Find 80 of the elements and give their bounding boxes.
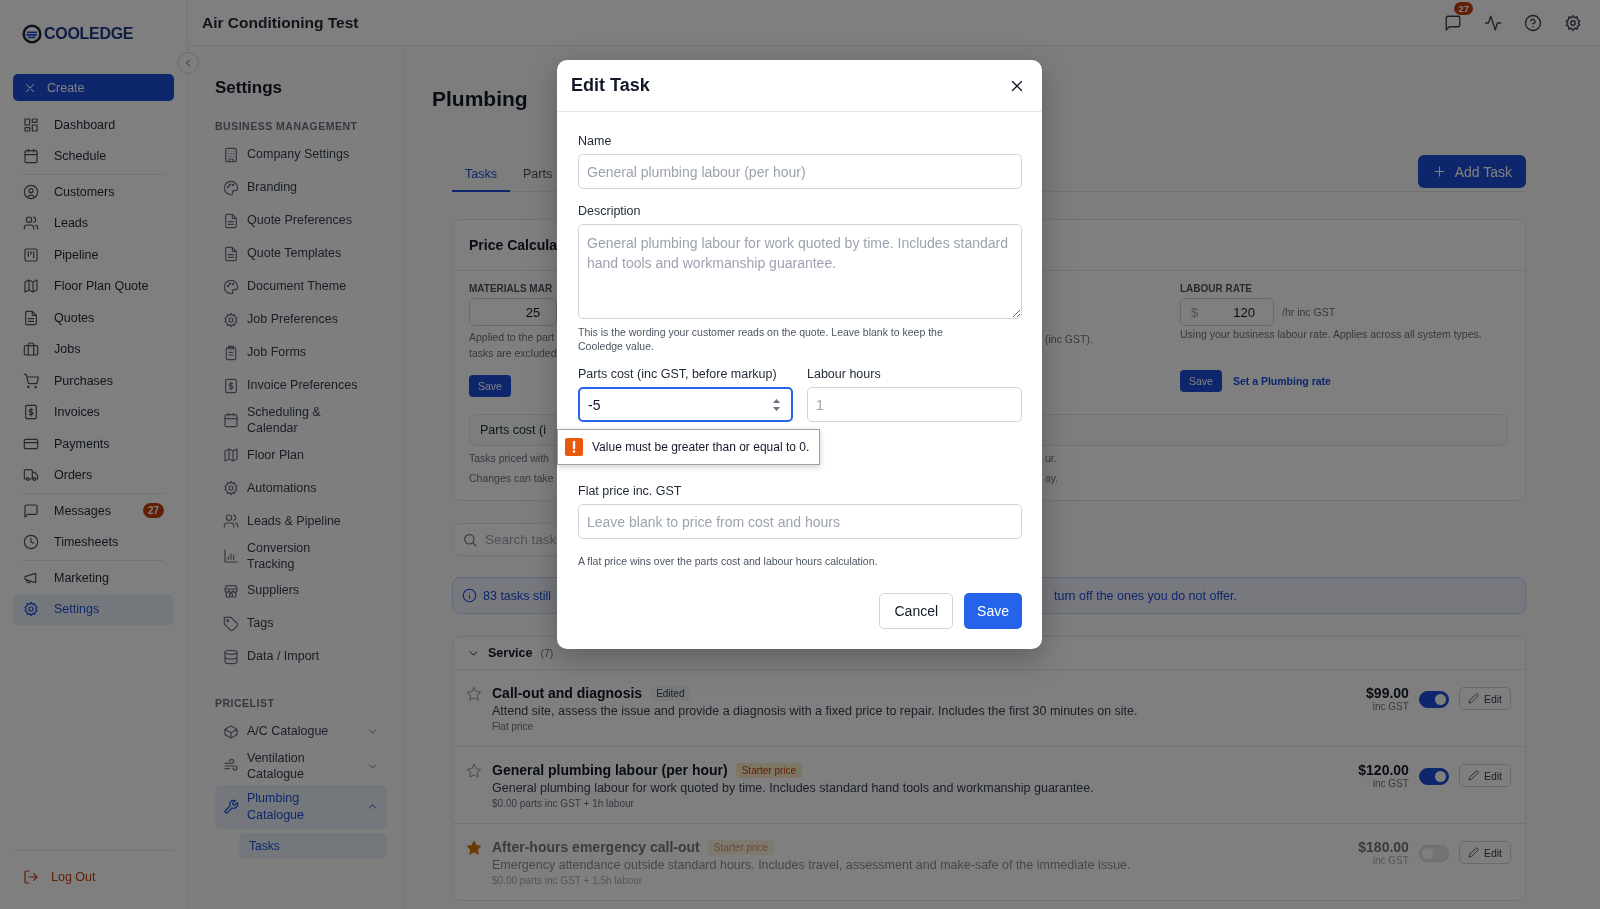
help-text: This is the wording your customer reads on the quote. Leave blank to keep the Cooledge value. <box>578 325 944 353</box>
count-badge: 27 <box>142 503 164 519</box>
task-meta: Flat price <box>492 721 535 732</box>
field-label: Description <box>578 204 642 218</box>
menu-label: Document Theme <box>247 278 348 296</box>
menu-label: Company Settings <box>247 146 351 164</box>
price-note: inc GST <box>1372 778 1409 789</box>
task-price: $99.00 <box>1366 685 1409 701</box>
logo-text: COOLEDGE <box>44 25 134 43</box>
nav-label: Timesheets <box>54 535 120 550</box>
menu-label: Ventilation Catalogue <box>247 750 306 784</box>
menu-label: Quote Templates <box>247 245 343 263</box>
task-description: Emergency attendance outside standard hours. Includes travel, assessment and make-safe of the immediate issue. <box>492 858 1132 872</box>
banner-text: turn off the ones you do not offer. <box>1054 588 1238 603</box>
menu-label: Automations <box>247 479 318 497</box>
nav-label: Payments <box>54 436 111 451</box>
menu-label: Tags <box>247 615 275 633</box>
note-text: ay. <box>1045 471 1059 486</box>
help-text: Using your business labour rate. Applies across all system types. <box>1180 327 1482 342</box>
nav-label: Messages <box>54 503 112 518</box>
help-text: (inc GST). <box>1045 332 1093 347</box>
nav-label: Pipeline <box>54 247 100 262</box>
menu-label: Suppliers <box>247 582 301 600</box>
menu-label: Job Preferences <box>247 311 340 329</box>
task-description: General plumbing labour for work quoted by time. Includes standard hand tools and workmanship guarantee. <box>492 781 1095 795</box>
notification-badge: 27 <box>1454 1 1473 15</box>
field-label: LABOUR RATE <box>1180 283 1253 294</box>
nav-label: Dashboard <box>54 117 117 132</box>
nav-label: Leads <box>54 216 90 231</box>
menu-label: A/C Catalogue <box>247 723 330 741</box>
menu-label: Conversion Tracking <box>247 539 312 573</box>
field-label: Parts cost (inc GST, before markup) <box>578 367 778 381</box>
section-heading: BUSINESS MANAGEMENT <box>215 120 359 132</box>
nav-label: Invoices <box>54 405 101 420</box>
menu-label: Floor Plan <box>247 446 305 464</box>
settings-title: Settings <box>215 78 284 98</box>
page-heading: Plumbing <box>432 87 528 111</box>
menu-label: Job Forms <box>247 344 308 362</box>
help-text: A flat price wins over the parts cost and labour hours calculation. <box>578 554 879 568</box>
field-label: Flat price inc. GST <box>578 484 683 498</box>
note-text: ur. <box>1045 451 1057 466</box>
banner-text: 83 tasks still <box>483 588 552 603</box>
nav-label: Schedule <box>54 149 108 164</box>
menu-label: Scheduling & Calendar <box>247 404 322 438</box>
menu-label: Invoice Preferences <box>247 377 359 395</box>
field-label: Labour hours <box>807 367 882 381</box>
task-price: $180.00 <box>1358 839 1409 855</box>
nav-label: Jobs <box>54 342 82 357</box>
nav-label: Purchases <box>54 373 115 388</box>
price-note: inc GST <box>1372 701 1409 712</box>
dialog-title: Edit Task <box>571 75 650 96</box>
help-text: Applied to the part <box>469 330 555 345</box>
status-tag: Edited <box>650 685 691 701</box>
nav-label: Orders <box>54 468 94 483</box>
card-title: Price Calcula <box>469 237 557 253</box>
field-label: Name <box>578 134 613 148</box>
menu-label: Plumbing Catalogue <box>247 790 305 824</box>
nav-label: Customers <box>54 184 116 199</box>
task-name: After-hours emergency call-out <box>492 839 700 855</box>
menu-label: Branding <box>247 179 299 197</box>
help-text: tasks are excluded <box>469 346 557 361</box>
nav-label: Quotes <box>54 310 96 325</box>
field-label: MATERIALS MAR <box>469 283 553 294</box>
menu-label: Leads & Pipeline <box>247 512 342 530</box>
page-title: Air Conditioning Test <box>202 13 359 32</box>
menu-label: Data / Import <box>247 648 321 666</box>
task-meta: $0.00 parts inc GST + 1h labour <box>492 798 635 809</box>
section-heading: PRICELIST <box>215 697 276 709</box>
note-text: Changes can take <box>469 471 554 486</box>
status-tag: Starter price <box>735 762 803 778</box>
task-description: Attend site, assess the issue and provide a diagnosis with a fixed price to repair. Includes the first 30 minutes on site. <box>492 704 1139 718</box>
nav-label: Floor Plan Quote <box>54 279 150 294</box>
task-price: $120.00 <box>1358 762 1409 778</box>
nav-label: Settings <box>54 602 101 617</box>
nav-label: Marketing <box>54 570 110 585</box>
task-name: General plumbing labour (per hour) <box>492 762 728 778</box>
unit-label: /hr inc GST <box>1282 306 1336 318</box>
menu-label: Quote Preferences <box>247 212 353 230</box>
task-name: Call-out and diagnosis <box>492 685 643 701</box>
note-text: Tasks priced with <box>469 451 549 466</box>
